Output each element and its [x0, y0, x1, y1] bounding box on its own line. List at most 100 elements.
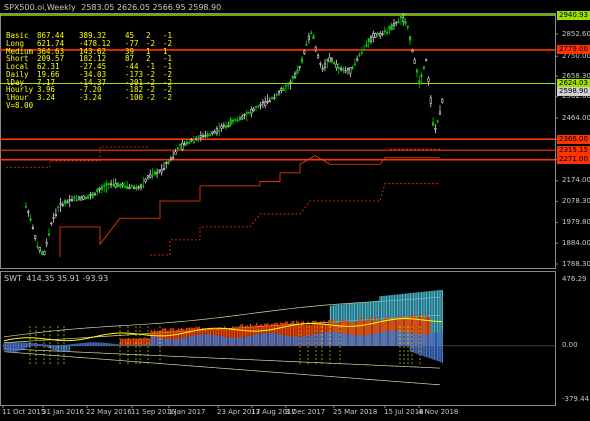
candle-body — [418, 80, 421, 84]
candle-body — [158, 169, 161, 172]
candle-body — [351, 66, 354, 69]
candle-body — [45, 242, 48, 245]
candle-body — [296, 69, 299, 74]
candle-body — [93, 193, 97, 196]
candle-body — [397, 21, 400, 24]
candle-body — [277, 90, 281, 94]
envelope-lower-inner — [3, 348, 441, 369]
candle-body — [75, 199, 78, 202]
candle-body — [197, 137, 200, 139]
price-level-box: 2315.15 — [557, 145, 590, 155]
table-cell: -2 — [163, 93, 173, 102]
price-tick-label: 2174.00 — [562, 176, 590, 185]
candle-body — [160, 169, 163, 173]
price-tick-label: 1884.00 — [562, 238, 590, 247]
candle-body — [96, 189, 99, 192]
candle-body — [392, 23, 396, 26]
candle-body — [139, 184, 143, 188]
candle-body — [321, 67, 324, 70]
candle-body — [80, 197, 83, 201]
candle-body — [70, 199, 74, 201]
chart-window[interactable]: SPX500.oi,Weekly 2583.05 2626.05 2566.95… — [0, 0, 590, 421]
candle-body — [181, 142, 184, 150]
candle-body — [363, 49, 366, 51]
candle-body — [291, 75, 294, 79]
price-tick-label: 1979.80 — [562, 218, 590, 227]
time-tick-label: 4 Nov 2018 — [418, 408, 459, 416]
candle-body — [227, 125, 230, 127]
candle-body — [411, 50, 414, 53]
candle-body — [340, 68, 343, 70]
candle-body — [342, 68, 345, 71]
candle-body — [365, 44, 368, 47]
candle-body — [84, 197, 87, 199]
candle-body — [153, 171, 156, 175]
candle-body — [34, 235, 37, 239]
candle-body — [220, 125, 223, 129]
candle-body — [73, 196, 76, 199]
candle-body — [169, 157, 172, 160]
indicator-tick-label: 476.29 — [562, 274, 587, 283]
candle-body — [179, 143, 182, 146]
candle-body — [98, 187, 101, 190]
candle-body — [415, 69, 419, 73]
candle-body — [103, 185, 106, 187]
price-tick-label: 2078.30 — [562, 196, 590, 205]
candle-body — [360, 52, 363, 54]
candle-body — [82, 195, 85, 200]
ohlc-values: 2583.05 2626.05 2566.95 2598.90 — [81, 3, 222, 12]
candle-body — [133, 187, 136, 190]
table-cell: -2 — [146, 93, 156, 102]
time-tick-label: 11 Oct 2015 — [2, 408, 46, 416]
candle-body — [438, 111, 442, 115]
candle-body — [126, 186, 129, 189]
price-level-box: 2366.00 — [557, 134, 590, 144]
candle-body — [121, 183, 124, 186]
candle-body — [395, 21, 398, 24]
candle-body — [144, 178, 147, 182]
candle-body — [254, 106, 258, 108]
candle-body — [326, 58, 329, 62]
candle-body — [105, 183, 108, 186]
candle-body — [314, 46, 317, 51]
candle-body — [68, 199, 71, 201]
candle-body — [317, 55, 320, 59]
candle-body — [344, 70, 347, 73]
candle-body — [183, 143, 186, 146]
candle-body — [312, 35, 315, 40]
price-level-box: 2779.00 — [557, 45, 590, 55]
chart-symbol-header: SPX500.oi,Weekly 2583.05 2626.05 2566.95… — [4, 3, 221, 12]
time-tick-label: 31 Jan 2016 — [42, 408, 84, 416]
candle-body — [107, 183, 110, 185]
table-cell: -100 — [125, 93, 144, 102]
candle-body — [137, 186, 140, 189]
symbol-label: SPX500.oi,Weekly — [4, 3, 76, 12]
candle-body — [190, 139, 193, 142]
candle-body — [374, 33, 377, 38]
time-tick-label: 25 Mar 2018 — [333, 408, 378, 416]
candle-body — [413, 59, 416, 64]
candle-body — [333, 62, 336, 65]
candle-body — [41, 251, 44, 255]
candle-body — [284, 84, 287, 87]
candle-body — [298, 66, 301, 68]
candle-body — [349, 67, 352, 74]
candle-body — [280, 88, 283, 91]
candle-body — [388, 25, 391, 30]
candle-body — [436, 120, 439, 123]
candle-body — [165, 162, 168, 164]
candle-body — [213, 131, 216, 134]
candle-body — [172, 157, 175, 159]
candle-body — [248, 111, 251, 114]
candle-body — [110, 183, 113, 186]
candle-body — [404, 21, 407, 25]
candle-body — [146, 175, 149, 178]
candle-body — [59, 202, 62, 205]
candle-body — [27, 211, 30, 213]
candle-body — [52, 217, 55, 219]
candle-body — [112, 184, 115, 186]
time-tick-label: 3 Dec 2017 — [285, 408, 326, 416]
candle-body — [427, 78, 430, 82]
candle-body — [202, 135, 205, 138]
candle-body — [305, 43, 308, 46]
